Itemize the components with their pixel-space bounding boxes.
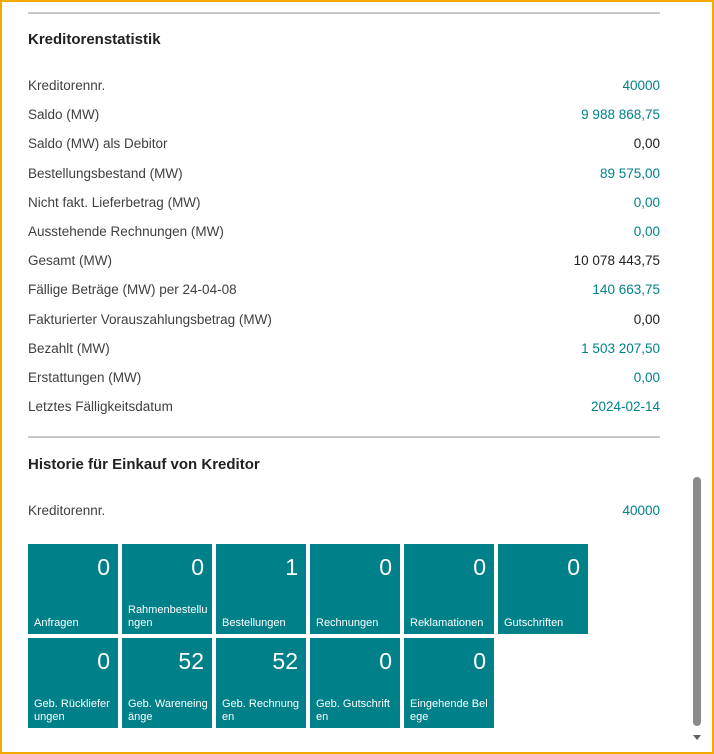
cue-label: Geb. Rechnungen [222,698,300,723]
cue-tile[interactable]: 0 Reklamationen [404,544,494,634]
field-label: Fakturierter Vorauszahlungsbetrag (MW) [28,311,272,327]
statistic-row: Gesamt (MW) 10 078 443,75 [28,253,660,273]
cue-count: 0 [379,554,392,580]
field-label: Ausstehende Rechnungen (MW) [28,224,224,239]
section-title-historie: Historie für Einkauf von Kreditor [28,456,260,473]
cue-count: 0 [97,648,110,674]
field-label: Gesamt (MW) [28,253,112,269]
cue-count: 0 [97,554,110,580]
field-label: Bestellungsbestand (MW) [28,165,183,181]
statistic-row: Saldo (MW) als Debitor 0,00 [28,136,660,156]
statistic-row: Bezahlt (MW) 1 503 207,50 [28,341,660,361]
field-value-link[interactable]: 40000 [622,78,660,93]
cue-tile[interactable]: 52 Geb. Rechnungen [216,638,306,728]
cue-tile[interactable]: 0 Rechnungen [310,544,400,634]
statistic-row: Letztes Fälligkeitsdatum 2024-02-14 [28,399,660,419]
statistic-row: Bestellungsbestand (MW) 89 575,00 [28,166,660,186]
cue-count: 0 [473,648,486,674]
field-label: Bezahlt (MW) [28,340,110,356]
statistic-row: Fällige Beträge (MW) per 24-04-08 140 663… [28,282,660,302]
cue-tile[interactable]: 0 Gutschriften [498,544,588,634]
field-value-link[interactable]: 89 575,00 [600,166,660,181]
cue-label: Geb. Wareneingänge [128,698,208,723]
vertical-scrollbar[interactable] [690,0,704,752]
cue-label: Anfragen [34,617,79,629]
field-value: 10 078 443,75 [573,253,660,269]
field-value: 0,00 [633,136,660,152]
cue-label: Gutschriften [504,617,564,629]
field-value-link[interactable]: 0,00 [634,224,660,239]
statistic-row: Saldo (MW) 9 988 868,75 [28,107,660,127]
cue-label: Rechnungen [316,617,379,629]
cue-label: Geb. Rücklieferungen [34,698,110,723]
cue-tile[interactable]: 0 Rahmenbestellungen [122,544,212,634]
field-value-link[interactable]: 9 988 868,75 [581,107,660,122]
field-value-link[interactable]: 1 503 207,50 [581,341,660,356]
cue-label: Rahmenbestellungen [128,604,208,629]
cue-label: Geb. Gutschriften [316,698,390,723]
scrollbar-thumb[interactable] [693,477,701,726]
historie-kreditorennr-row: Kreditorennr. 40000 [28,503,660,523]
field-label: Kreditorennr. [28,78,106,93]
cue-label: Bestellungen [222,617,286,629]
field-label: Letztes Fälligkeitsdatum [28,399,173,415]
section-divider [28,436,660,438]
statistic-row: Kreditorennr. 40000 [28,78,660,98]
field-value-link[interactable]: 0,00 [634,370,660,385]
field-label: Kreditorennr. [28,503,106,518]
cue-count: 0 [473,554,486,580]
cue-label: Reklamationen [410,617,484,629]
cue-tile[interactable]: 0 Eingehende Belege [404,638,494,728]
field-value-link[interactable]: 2024-02-14 [591,399,660,414]
field-label: Saldo (MW) als Debitor [28,136,168,152]
top-divider [28,12,660,14]
cue-tile[interactable]: 52 Geb. Wareneingänge [122,638,212,728]
cue-tile[interactable]: 0 Geb. Gutschriften [310,638,400,728]
statistic-row: Fakturierter Vorauszahlungsbetrag (MW) 0,… [28,312,660,332]
cue-count: 52 [272,648,298,674]
field-label: Nicht fakt. Lieferbetrag (MW) [28,194,201,210]
statistic-row: Nicht fakt. Lieferbetrag (MW) 0,00 [28,195,660,215]
cue-count: 0 [567,554,580,580]
field-value: 0,00 [633,311,660,327]
field-value-link[interactable]: 140 663,75 [592,282,660,297]
cue-tile[interactable]: 0 Anfragen [28,544,118,634]
cue-label: Eingehende Belege [410,698,488,723]
section-title-kreditorenstatistik: Kreditorenstatistik [28,31,161,48]
chevron-down-icon[interactable] [692,732,702,742]
cue-count: 1 [285,554,298,580]
cue-tile[interactable]: 1 Bestellungen [216,544,306,634]
field-label: Fällige Beträge (MW) per 24-04-08 [28,282,237,298]
statistic-row: Erstattungen (MW) 0,00 [28,370,660,390]
cue-tile[interactable]: 0 Geb. Rücklieferungen [28,638,118,728]
field-label: Saldo (MW) [28,107,100,123]
field-value-link[interactable]: 40000 [622,503,660,518]
cue-count: 0 [191,554,204,580]
field-value-link[interactable]: 0,00 [634,195,660,210]
field-label: Erstattungen (MW) [28,370,142,385]
cue-count: 0 [379,648,392,674]
statistic-row: Ausstehende Rechnungen (MW) 0,00 [28,224,660,244]
cue-count: 52 [178,648,204,674]
